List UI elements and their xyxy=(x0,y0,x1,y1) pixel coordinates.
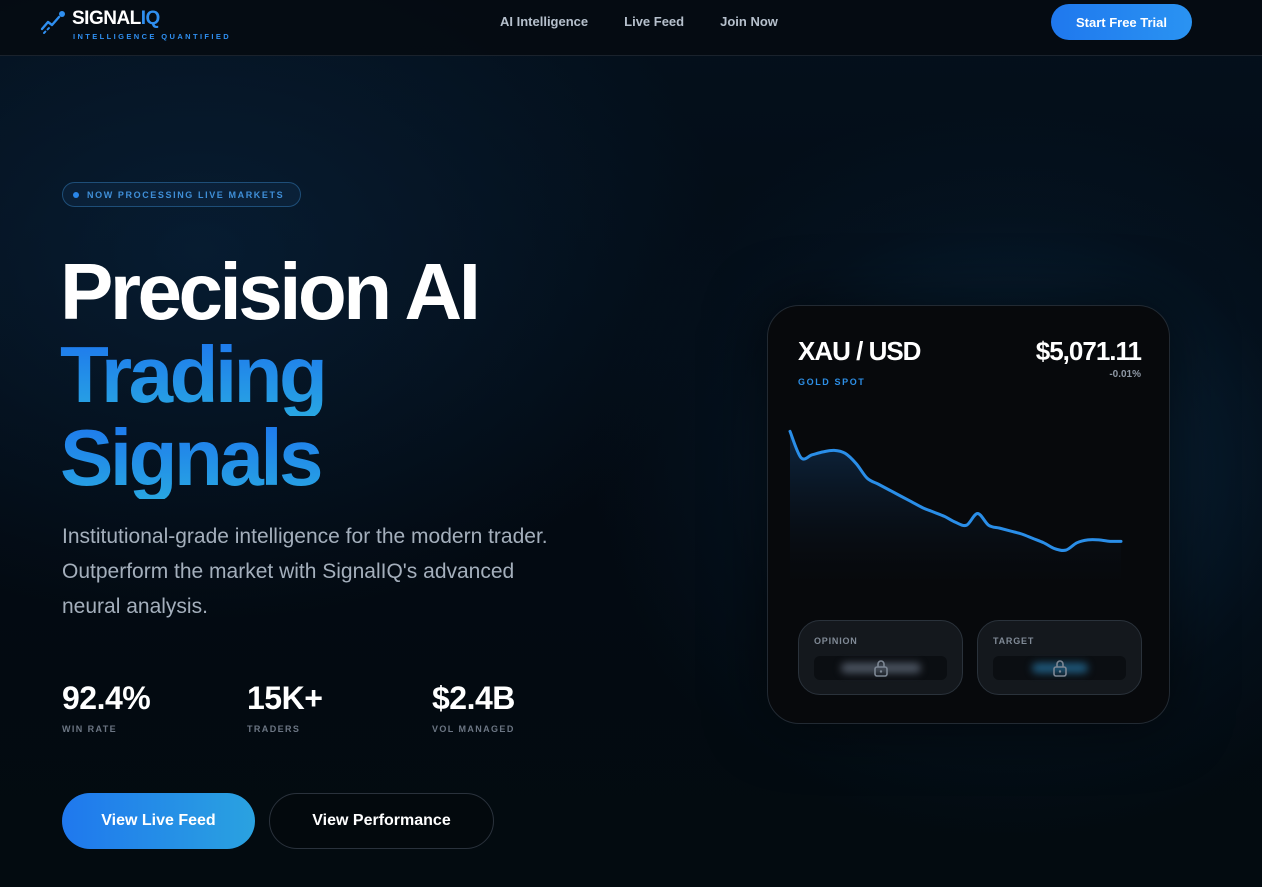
headline-line-1: Precision AI xyxy=(60,247,481,336)
lock-icon xyxy=(873,660,888,677)
live-markets-badge: NOW PROCESSING LIVE MARKETS xyxy=(62,182,301,207)
badge-text: NOW PROCESSING LIVE MARKETS xyxy=(87,189,285,200)
opinion-box[interactable]: OPINION xyxy=(798,620,963,695)
pair-description: GOLD SPOT xyxy=(798,377,866,387)
stat-value: 92.4% xyxy=(62,680,151,716)
stat-label: TRADERS xyxy=(247,724,301,734)
stat-traders: 15K+ TRADERS xyxy=(247,680,323,734)
view-live-feed-button[interactable]: View Live Feed xyxy=(62,793,255,849)
currency-pair: XAU / USD xyxy=(798,336,921,366)
signal-card[interactable]: XAU / USD GOLD SPOT $5,071.11 -0.01% OPI… xyxy=(767,305,1170,724)
opinion-locked-value xyxy=(814,656,947,680)
opinion-label: OPINION xyxy=(814,636,858,646)
start-free-trial-button[interactable]: Start Free Trial xyxy=(1051,4,1192,40)
brand-tagline: INTELLIGENCE QUANTIFIED xyxy=(73,32,232,41)
stat-value: 15K+ xyxy=(247,680,323,716)
nav-link-live-feed[interactable]: Live Feed xyxy=(624,14,684,30)
hero-subtitle: Institutional-grade intelligence for the… xyxy=(62,525,548,618)
stat-label: VOL MANAGED xyxy=(432,724,515,734)
stat-label: WIN RATE xyxy=(62,724,118,734)
status-dot-icon xyxy=(73,191,79,198)
target-label: TARGET xyxy=(993,636,1035,646)
brand-name: SIGNALIQ xyxy=(72,8,160,29)
stat-vol-managed: $2.4B VOL MANAGED xyxy=(432,680,515,734)
lock-icon xyxy=(1052,660,1067,677)
view-performance-button[interactable]: View Performance xyxy=(269,793,494,849)
brand-logo[interactable]: SIGNALIQ INTELLIGENCE QUANTIFIED xyxy=(40,8,231,41)
headline-line-3: Signals xyxy=(60,416,477,499)
trending-up-icon xyxy=(40,11,65,34)
target-locked-value xyxy=(993,656,1126,680)
nav-link-ai-intelligence[interactable]: AI Intelligence xyxy=(500,14,588,30)
price-change: -0.01% xyxy=(1109,369,1141,380)
chart-area-fill xyxy=(790,431,1121,586)
nav-link-join-now[interactable]: Join Now xyxy=(720,14,778,30)
nav-links: AI Intelligence Live Feed Join Now xyxy=(500,14,778,30)
current-price: $5,071.11 xyxy=(1035,336,1142,366)
hero-headline: Precision AI Trading Signals xyxy=(60,247,481,499)
target-box[interactable]: TARGET xyxy=(977,620,1142,695)
price-line-chart xyxy=(788,429,1123,586)
stat-win-rate: 92.4% WIN RATE xyxy=(62,680,151,734)
stat-value: $2.4B xyxy=(432,680,515,716)
headline-line-2: Trading xyxy=(60,333,477,416)
top-navbar: SIGNALIQ INTELLIGENCE QUANTIFIED AI Inte… xyxy=(0,0,1262,56)
